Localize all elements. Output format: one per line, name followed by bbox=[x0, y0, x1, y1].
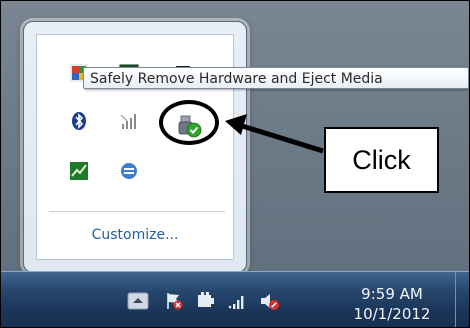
sync-icon[interactable] bbox=[119, 161, 139, 181]
network-icon[interactable] bbox=[119, 111, 139, 131]
flyout-divider bbox=[49, 211, 225, 212]
tooltip: Safely Remove Hardware and Eject Media bbox=[83, 67, 469, 89]
show-hidden-icons-arrow-icon[interactable] bbox=[127, 291, 149, 311]
volume-muted-icon[interactable] bbox=[259, 291, 283, 311]
power-icon[interactable] bbox=[195, 291, 217, 311]
click-callout: Click bbox=[324, 127, 439, 193]
taskbar-clock[interactable]: 9:59 AM 10/1/2012 bbox=[337, 284, 447, 324]
show-desktop-separator bbox=[455, 272, 456, 327]
highlight-circle bbox=[159, 100, 219, 145]
screenshot-frame: Customize... Safely Remove Hardware and … bbox=[0, 0, 470, 328]
bluetooth-icon[interactable] bbox=[69, 111, 89, 131]
customize-link[interactable]: Customize... bbox=[37, 227, 233, 243]
clock-time: 9:59 AM bbox=[361, 285, 423, 303]
chart-icon[interactable] bbox=[69, 161, 89, 181]
network-signal-icon[interactable] bbox=[227, 291, 249, 311]
action-center-flag-icon[interactable] bbox=[163, 291, 185, 311]
notification-overflow-flyout: Customize... bbox=[23, 21, 247, 273]
clock-date: 10/1/2012 bbox=[353, 305, 431, 323]
